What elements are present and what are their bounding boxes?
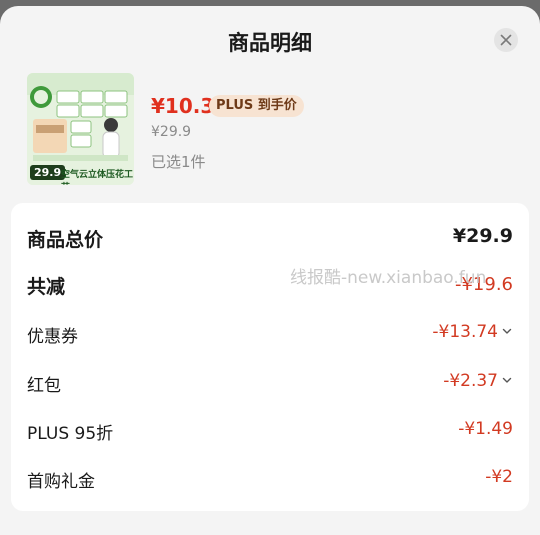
- total-label: 商品总价: [27, 229, 104, 251]
- chevron-down-icon: [502, 328, 512, 334]
- chevron-down-icon: [502, 377, 512, 383]
- plus-price-badge: PLUS 到手价: [209, 95, 304, 117]
- total-row: 商品总价 ¥29.9: [27, 223, 513, 253]
- coupon-label: 优惠券: [27, 327, 78, 347]
- product-image: 29.9 空气云立体压花工艺: [27, 73, 134, 185]
- thumb-price-tag: 29.9: [30, 165, 66, 180]
- page-title: 商品明细: [228, 31, 312, 55]
- red-packet-value: -¥2.37: [443, 371, 513, 391]
- plus-discount-row: PLUS 95折 -¥1.49: [27, 415, 513, 445]
- coupon-amount: -¥13.74: [432, 322, 498, 342]
- first-purchase-label: 首购礼金: [27, 472, 95, 492]
- price-summary-card: 商品总价 ¥29.9 共减 -¥19.6 线报酷-new.xianbao.fun…: [11, 203, 529, 511]
- first-purchase-value: -¥2: [485, 467, 513, 487]
- reduction-label: 共减: [27, 276, 66, 298]
- plus-price: ¥10.3: [151, 94, 215, 118]
- red-packet-row[interactable]: 红包 -¥2.37: [27, 367, 513, 397]
- selected-count: 已选1件: [151, 153, 206, 171]
- red-packet-amount: -¥2.37: [443, 371, 498, 391]
- first-purchase-row: 首购礼金 -¥2: [27, 463, 513, 493]
- original-price: ¥29.9: [151, 124, 192, 140]
- coupon-row[interactable]: 优惠券 -¥13.74: [27, 318, 513, 348]
- close-button[interactable]: [494, 28, 518, 52]
- watermark-text: 线报酷-new.xianbao.fun: [290, 268, 487, 288]
- close-icon: [500, 34, 512, 46]
- plus-discount-value: -¥1.49: [458, 419, 513, 439]
- total-value: ¥29.9: [452, 225, 513, 247]
- plus-discount-label: PLUS 95折: [27, 424, 114, 444]
- thumb-feature-text: 空气云立体压花工艺: [61, 170, 134, 185]
- coupon-value: -¥13.74: [432, 322, 513, 342]
- detail-sheet: 商品明细 29.9 空气云立体压花工艺 ¥10.3: [0, 6, 540, 535]
- red-packet-label: 红包: [27, 376, 61, 396]
